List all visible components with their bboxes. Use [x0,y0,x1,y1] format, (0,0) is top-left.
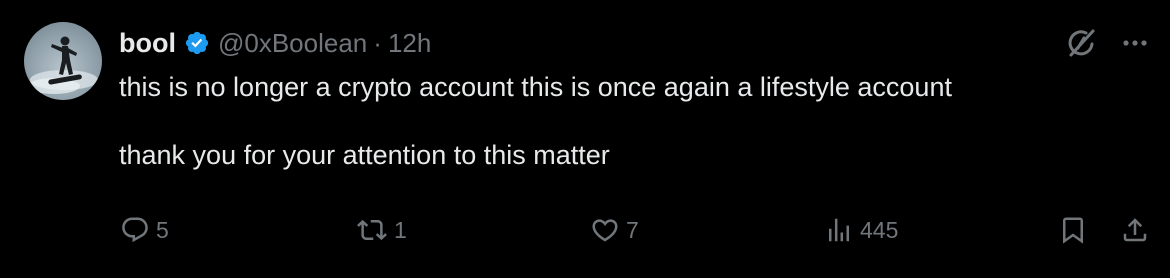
post-time[interactable]: 12h [388,28,431,59]
reply-button[interactable]: 5 [120,212,169,248]
action-bar: 5 1 7 445 [118,212,1158,248]
post-text-line-1: this is no longer a crypto account this … [119,72,952,102]
verified-badge-icon [184,30,210,56]
views-button[interactable]: 445 [824,212,898,248]
heart-icon [592,219,618,242]
avatar-image [28,36,98,94]
bookmark-button[interactable] [1058,212,1088,248]
views-icon [829,218,849,242]
tweet-header: bool @0xBoolean · 12h [119,28,431,58]
share-button[interactable] [1120,212,1150,248]
avatar[interactable] [24,22,102,100]
bookmark-icon [1063,217,1083,244]
reply-icon [122,217,148,243]
reply-count: 5 [156,216,169,243]
separator-dot: · [373,27,382,58]
grok-icon[interactable] [1062,24,1100,62]
repost-count: 1 [394,216,407,243]
more-icon[interactable] [1122,39,1148,47]
author-handle[interactable]: @0xBoolean [218,28,367,59]
tweet: bool @0xBoolean · 12h this is no longer … [0,0,1170,278]
top-actions [1062,24,1148,62]
views-count: 445 [860,216,899,243]
post-text: this is no longer a crypto account this … [119,70,1119,172]
like-button[interactable]: 7 [590,212,639,248]
share-icon [1123,218,1147,242]
repost-button[interactable]: 1 [356,212,407,248]
post-text-line-2: thank you for your attention to this mat… [119,140,610,170]
author-name[interactable]: bool [119,28,176,59]
repost-icon [357,219,387,241]
like-count: 7 [626,216,639,243]
